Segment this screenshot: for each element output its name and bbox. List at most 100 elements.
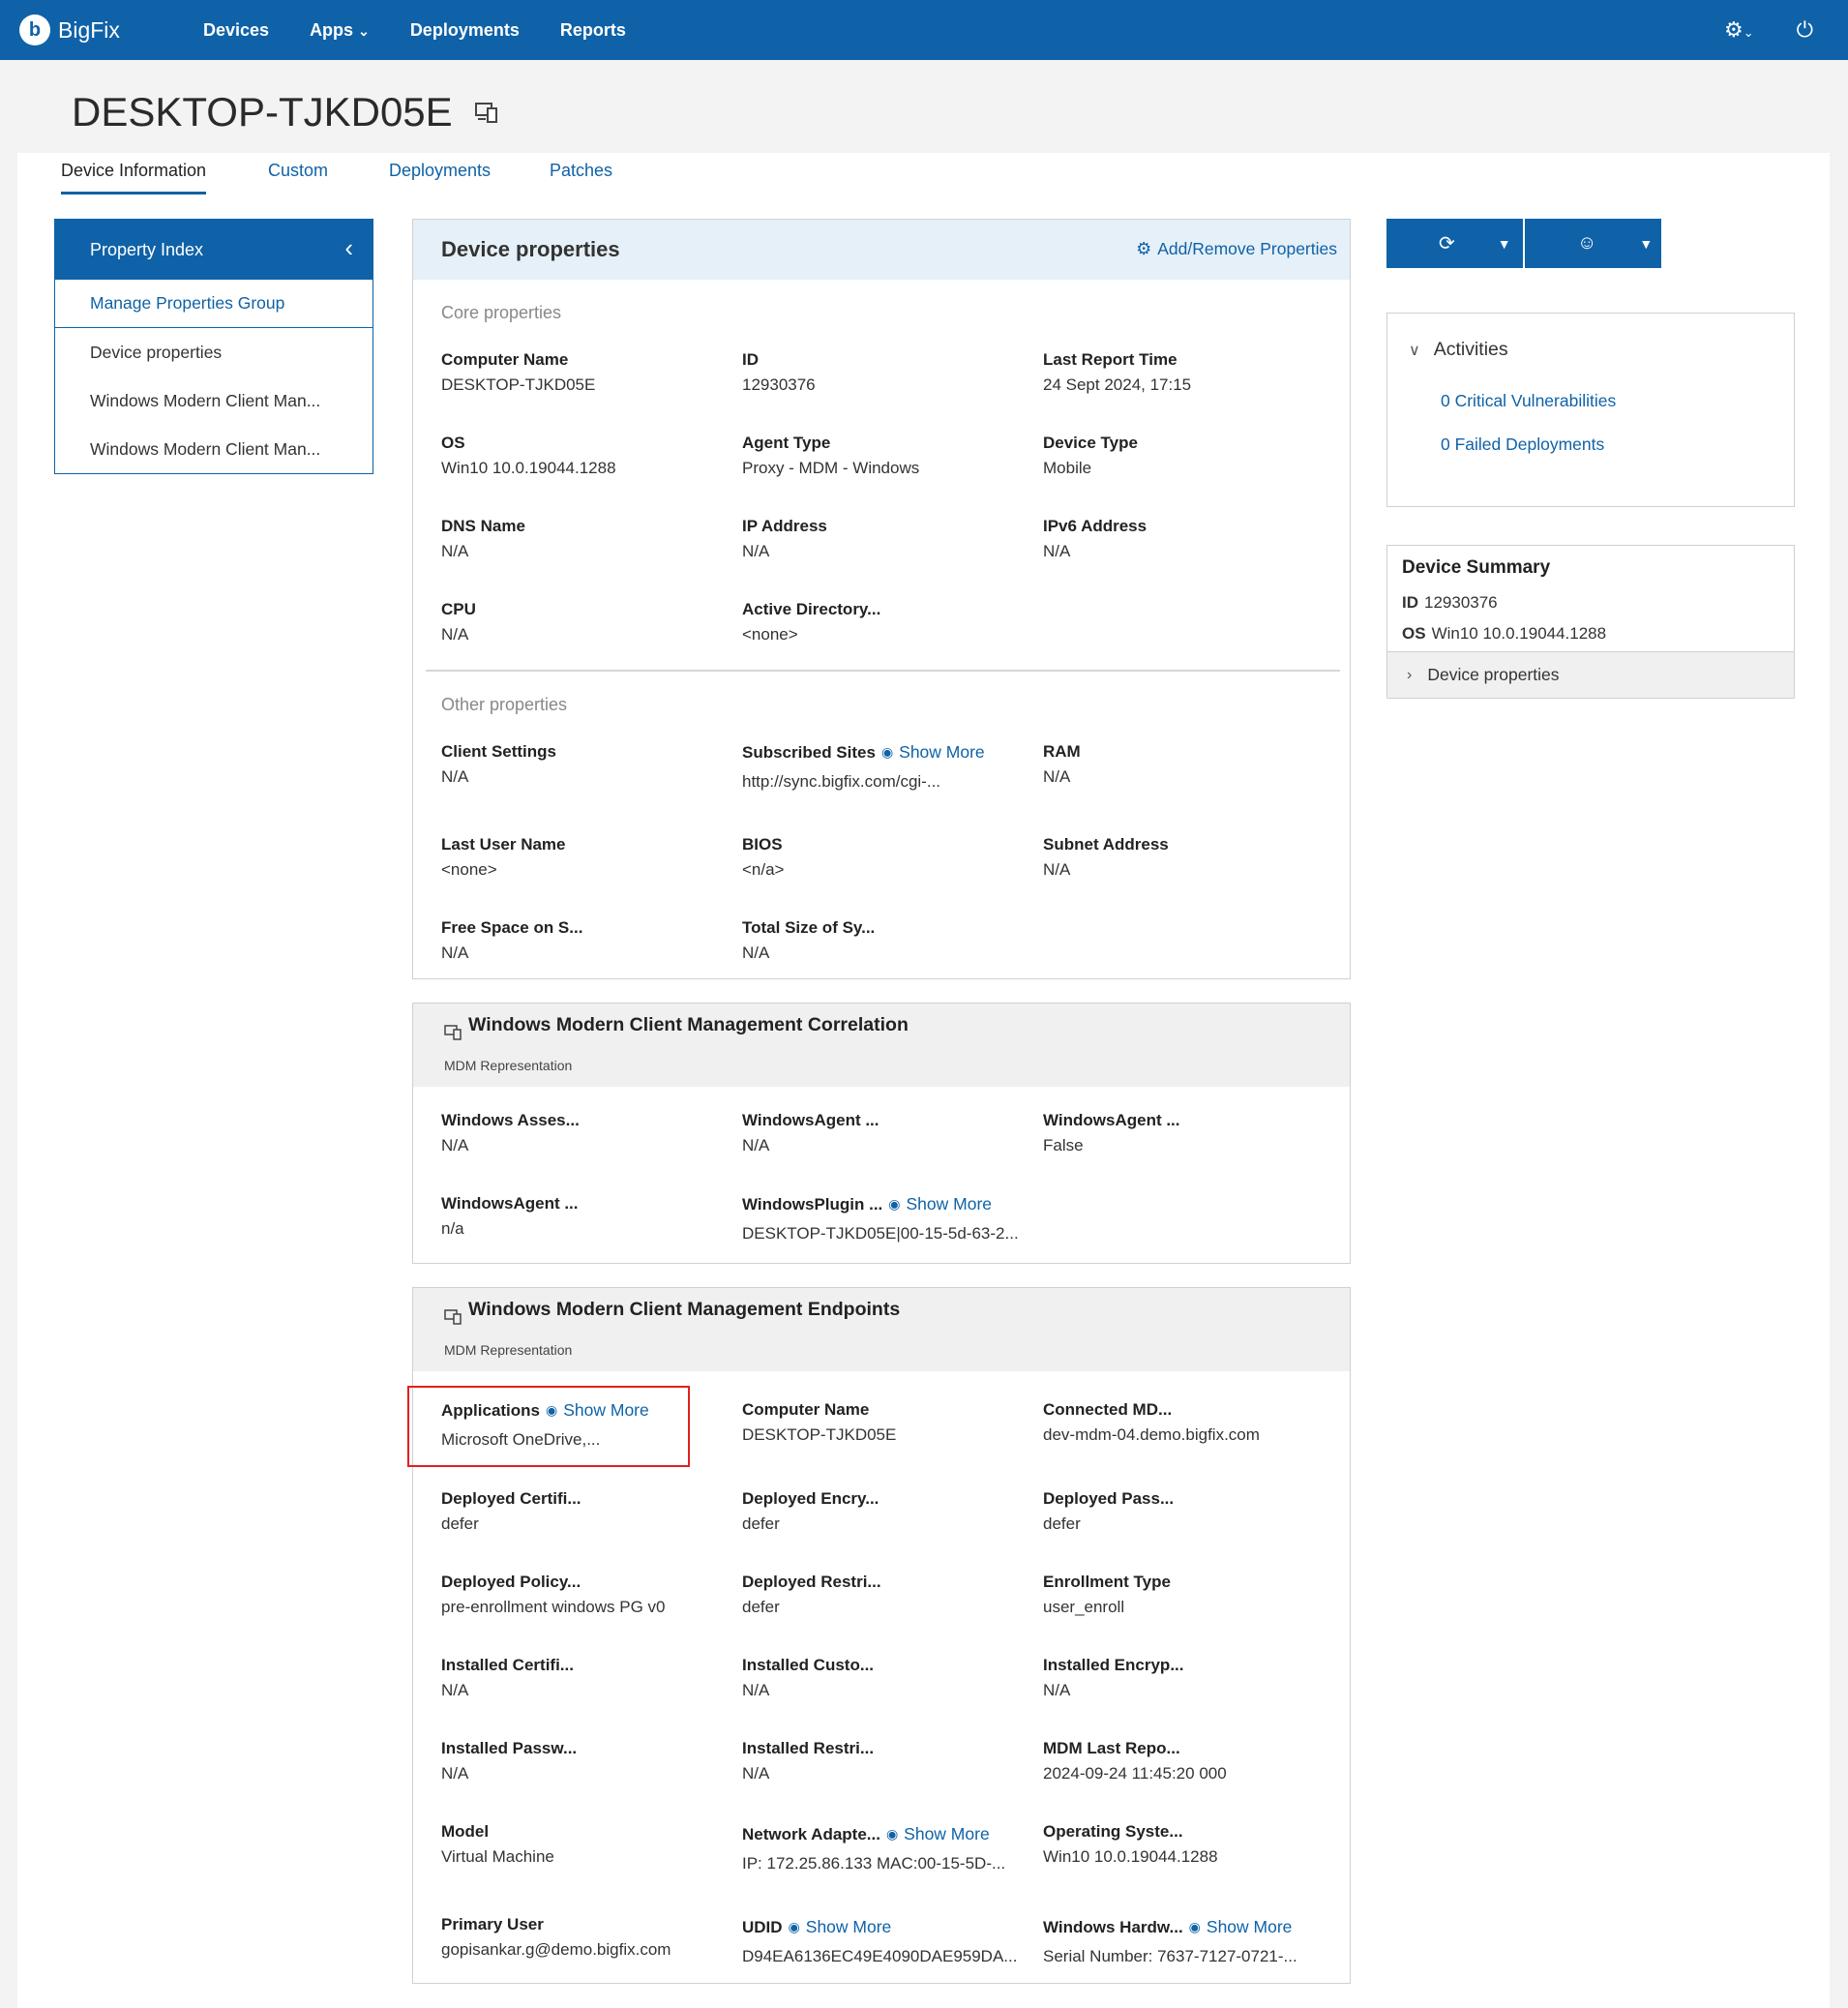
show-more-label: Show More [904, 1824, 990, 1843]
eye-icon: ◉ [888, 1196, 901, 1212]
show-more-label: Show More [1206, 1917, 1293, 1936]
show-more-button[interactable]: ◉ Show More [886, 1824, 990, 1844]
show-more-button[interactable]: ◉ Show More [881, 742, 985, 763]
chevron-left-icon[interactable]: ‹ [344, 233, 353, 263]
property-index-title: Property Index [90, 239, 204, 259]
property-value: Win10 10.0.19044.1288 [441, 459, 616, 477]
device-properties-expander[interactable]: › Device properties [1387, 651, 1794, 698]
power-icon[interactable]: ⏻ [1797, 17, 1813, 43]
nav-deployments[interactable]: Deployments [410, 20, 520, 41]
property-key: Installed Restri... [742, 1739, 875, 1757]
wmcm-endpoints-header: Windows Modern Client Management Endpoin… [413, 1288, 1350, 1371]
page-title: DESKTOP-TJKD05E [72, 89, 499, 135]
property-item: Device Type Mobile [1043, 434, 1324, 478]
property-value: <none> [742, 625, 798, 644]
tab-deployments[interactable]: Deployments [389, 161, 491, 181]
property-key: Computer Name [742, 1400, 870, 1419]
property-item: Installed Encryp... N/A [1043, 1656, 1324, 1700]
property-key-label: Subscribed Sites [742, 742, 876, 762]
property-value: N/A [441, 1764, 469, 1783]
property-value: Proxy - MDM - Windows [742, 459, 920, 477]
add-remove-properties-label: Add/Remove Properties [1157, 239, 1337, 258]
show-more-button[interactable]: ◉ Show More [888, 1194, 992, 1214]
property-key-label: WindowsPlugin ... [742, 1194, 883, 1214]
user-add-icon: ☺ [1577, 232, 1597, 254]
property-value: N/A [742, 944, 770, 962]
eye-icon: ◉ [1188, 1919, 1201, 1934]
property-value: defer [742, 1598, 780, 1616]
property-value: DESKTOP-TJKD05E [441, 375, 596, 394]
property-item: OS Win10 10.0.19044.1288 [441, 434, 722, 478]
property-item: WindowsAgent ... False [1043, 1111, 1324, 1155]
other-properties-label: Other properties [441, 695, 568, 714]
manage-properties-group-link[interactable]: Manage Properties Group [55, 280, 373, 328]
bigfix-logo[interactable]: b BigFix [19, 15, 164, 45]
nav-reports[interactable]: Reports [560, 20, 626, 41]
property-index-header: Property Index ‹ [55, 220, 373, 280]
property-item: WindowsAgent ... n/a [441, 1194, 722, 1239]
property-key: Subnet Address [1043, 835, 1169, 854]
property-key: Subscribed Sites ◉ Show More [742, 742, 1023, 763]
property-value: dev-mdm-04.demo.bigfix.com [1043, 1425, 1260, 1444]
tab-device-information[interactable]: Device Information [61, 161, 207, 195]
property-key: Primary User [441, 1915, 544, 1933]
property-value: N/A [1043, 1681, 1071, 1699]
refresh-action-button[interactable]: ⟳ ▼ [1386, 219, 1523, 268]
property-item: Deployed Encry... defer [742, 1489, 1023, 1534]
summary-os-row: OS Win10 10.0.19044.1288 [1402, 624, 1606, 644]
property-value: user_enroll [1043, 1598, 1125, 1616]
property-key: Deployed Certifi... [441, 1489, 581, 1508]
property-value: N/A [1043, 542, 1071, 560]
property-key: Installed Certifi... [441, 1656, 574, 1674]
show-more-label: Show More [906, 1194, 993, 1214]
nav-devices[interactable]: Devices [203, 20, 269, 41]
summary-id-label: ID [1402, 593, 1418, 612]
property-key-label: Windows Hardw... [1043, 1917, 1183, 1936]
caret-down-icon[interactable]: ▼ [1639, 236, 1653, 252]
caret-down-icon[interactable]: ▼ [1498, 236, 1511, 252]
device-properties-title: Device properties [441, 237, 620, 261]
index-item-wmcm-endpoints[interactable]: Windows Modern Client Man... [55, 425, 373, 473]
section-divider [426, 670, 1340, 672]
critical-vulnerabilities-link[interactable]: 0 Critical Vulnerabilities [1441, 391, 1616, 411]
property-key: RAM [1043, 742, 1081, 761]
property-value: D94EA6136EC49E4090DAE959DA... [742, 1947, 1018, 1965]
tab-patches[interactable]: Patches [550, 161, 612, 181]
device-properties-header: Device properties ⚙ Add/Remove Propertie… [413, 220, 1350, 280]
property-key: IP Address [742, 517, 827, 535]
property-key: DNS Name [441, 517, 525, 535]
property-item: Network Adapte... ◉ Show More IP: 172.25.86… [742, 1824, 1023, 1873]
add-remove-properties-button[interactable]: ⚙ Add/Remove Properties [1136, 239, 1337, 259]
tab-custom[interactable]: Custom [268, 161, 328, 181]
property-key: IPv6 Address [1043, 517, 1148, 535]
show-more-button[interactable]: ◉ Show More [789, 1917, 892, 1937]
property-key: Installed Encryp... [1043, 1656, 1184, 1674]
property-item: IP Address N/A [742, 517, 1023, 561]
property-key: Agent Type [742, 434, 831, 452]
property-key: Last User Name [441, 835, 566, 854]
property-value: N/A [441, 1681, 469, 1699]
property-item: BIOS <n/a> [742, 835, 1023, 880]
property-value: N/A [1043, 860, 1071, 879]
property-value: http://sync.bigfix.com/cgi-... [742, 772, 941, 791]
index-item-device-properties[interactable]: Device properties [55, 328, 373, 376]
property-item: Installed Certifi... N/A [441, 1656, 722, 1700]
failed-deployments-link[interactable]: 0 Failed Deployments [1441, 435, 1604, 455]
show-more-button[interactable]: ◉ Show More [1189, 1917, 1293, 1937]
property-key: WindowsPlugin ... ◉ Show More [742, 1194, 1023, 1214]
property-item: Windows Hardw... ◉ Show More Serial Number:… [1043, 1917, 1324, 1966]
chevron-down-icon: ⌄ [358, 22, 370, 39]
core-properties-label: Core properties [441, 303, 562, 322]
gear-icon[interactable]: ⚙⌄ [1724, 17, 1754, 43]
nav-apps[interactable]: Apps ⌄ [310, 20, 370, 41]
property-value: N/A [441, 1136, 469, 1154]
property-item: Operating Syste... Win10 10.0.19044.1288 [1043, 1822, 1324, 1867]
wmcm-correlation-title: Windows Modern Client Management Correla… [468, 1014, 909, 1035]
index-item-wmcm-correlation[interactable]: Windows Modern Client Man... [55, 376, 373, 425]
property-value: False [1043, 1136, 1084, 1154]
property-item: Connected MD... dev-mdm-04.demo.bigfix.co… [1043, 1400, 1324, 1445]
activities-toggle[interactable]: ∨ Activities [1409, 339, 1508, 361]
device-properties-panel: Device properties ⚙ Add/Remove Propertie… [412, 219, 1351, 979]
property-item: Primary User gopisankar.g@demo.bigfix.com [441, 1915, 722, 1960]
user-action-button[interactable]: ☺ ▼ [1525, 219, 1661, 268]
